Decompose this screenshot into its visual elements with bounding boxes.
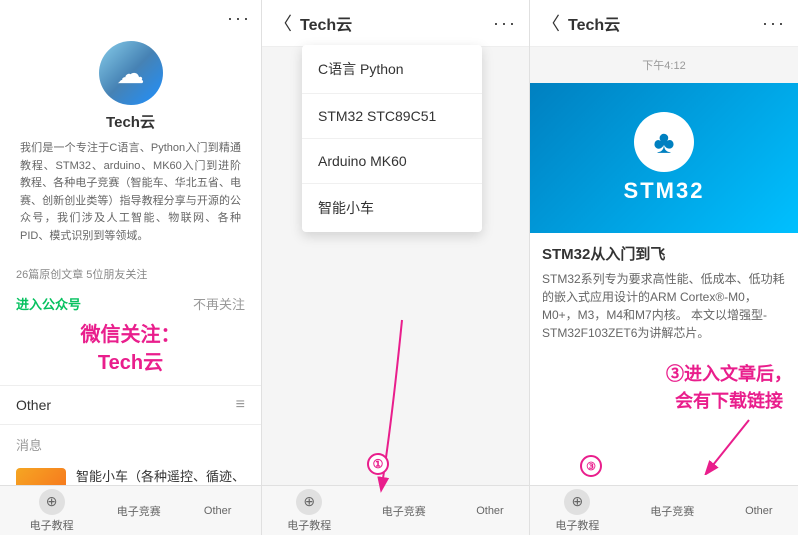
nav-icon-3: ⊕ xyxy=(564,489,590,515)
other-bar[interactable]: Other ≡ xyxy=(0,385,261,425)
menu-icon: ≡ xyxy=(236,396,245,414)
panel-menu: 〈 Tech云 ··· C语言 Python STM32 STC89C51 Ar… xyxy=(262,0,530,535)
panel-article: 〈 Tech云 ··· 下午4:12 ♣ STM32 STM32从入门到飞 ST… xyxy=(530,0,798,535)
article-cover: ♣ STM32 xyxy=(530,83,798,233)
stats-text: 26篇原创文章 5位朋友关注 xyxy=(16,266,147,282)
nav-label-dianzi-3: 电子教程 xyxy=(555,517,599,533)
avatar: ☁ xyxy=(99,41,163,105)
profile-section: ☁ Tech云 我们是一个专注于C语言、Python入门到精通教程、STM32、… xyxy=(0,33,261,258)
panel3-more-btn[interactable]: ··· xyxy=(762,13,786,34)
enter-account-btn[interactable]: 进入公众号 xyxy=(16,294,81,313)
annotation-circle-1: ① xyxy=(367,453,389,475)
dropdown-menu: C语言 Python STM32 STC89C51 Arduino MK60 智… xyxy=(302,45,482,232)
stm32-symbol: ♣ xyxy=(634,112,694,172)
nav-label-jingsai-3[interactable]: 电子竞赛 xyxy=(650,503,694,519)
other-bar-label: Other xyxy=(16,397,236,413)
dropdown-item-c[interactable]: C语言 Python xyxy=(302,45,482,94)
wechat-notice: 微信关注： Tech云 xyxy=(0,321,261,377)
panel3-content: 下午4:12 ♣ STM32 STM32从入门到飞 STM32系列专为要求高性能… xyxy=(530,47,798,535)
time-label: 下午4:12 xyxy=(530,47,798,83)
dropdown-overlay: C语言 Python STM32 STC89C51 Arduino MK60 智… xyxy=(262,0,529,535)
back-btn-3[interactable]: 〈 xyxy=(542,10,560,36)
nav-label-dianzi: 电子教程 xyxy=(30,517,74,533)
messages-label: 消息 xyxy=(0,425,261,460)
bottom-nav-3: ⊕ 电子教程 电子竞赛 Other xyxy=(530,485,798,535)
account-description: 我们是一个专注于C语言、Python入门到精通教程、STM32、arduino、… xyxy=(16,140,245,246)
nav-label-jingsai[interactable]: 电子竞赛 xyxy=(117,503,161,519)
stats-row: 26篇原创文章 5位朋友关注 xyxy=(0,258,261,290)
nav-label-other-3[interactable]: Other xyxy=(745,505,773,517)
panel-profile: ··· ☁ Tech云 我们是一个专注于C语言、Python入门到精通教程、ST… xyxy=(0,0,262,535)
stm32-logo: ♣ STM32 xyxy=(624,112,705,204)
panel3-title: Tech云 xyxy=(568,11,754,35)
dropdown-item-car[interactable]: 智能小车 xyxy=(302,184,482,232)
dropdown-item-arduino[interactable]: Arduino MK60 xyxy=(302,139,482,184)
account-name: Tech云 xyxy=(106,111,155,132)
nav-icon-circle: ⊕ xyxy=(39,489,65,515)
panel1-header: ··· xyxy=(0,0,261,33)
panel3-header: 〈 Tech云 ··· xyxy=(530,0,798,47)
nav-label-other[interactable]: Other xyxy=(204,505,232,517)
nav-item-dianzi-3[interactable]: ⊕ 电子教程 xyxy=(555,489,599,533)
dropdown-item-stm32[interactable]: STM32 STC89C51 xyxy=(302,94,482,139)
article-card[interactable]: ♣ STM32 STM32从入门到飞 STM32系列专为要求高性能、低成本、低功… xyxy=(530,83,798,352)
annotation-circle-3: ③ xyxy=(580,455,602,477)
more-options-btn[interactable]: ··· xyxy=(227,8,251,29)
bottom-nav-1: ⊕ 电子教程 电子竞赛 Other xyxy=(0,485,261,535)
clover-icon: ♣ xyxy=(653,124,674,161)
article-excerpt: STM32系列专为要求高性能、低成本、低功耗的嵌入式应用设计的ARM Corte… xyxy=(542,270,786,342)
article-info: STM32从入门到飞 STM32系列专为要求高性能、低成本、低功耗的嵌入式应用设… xyxy=(530,233,798,352)
nav-item-dianzi[interactable]: ⊕ 电子教程 xyxy=(30,489,74,533)
unfollow-btn[interactable]: 不再关注 xyxy=(193,294,245,313)
article-title: STM32从入门到飞 xyxy=(542,243,786,264)
follow-section[interactable]: 进入公众号 不再关注 xyxy=(0,290,261,321)
cloud-icon: ☁ xyxy=(117,57,145,90)
stm32-text: STM32 xyxy=(624,178,705,204)
